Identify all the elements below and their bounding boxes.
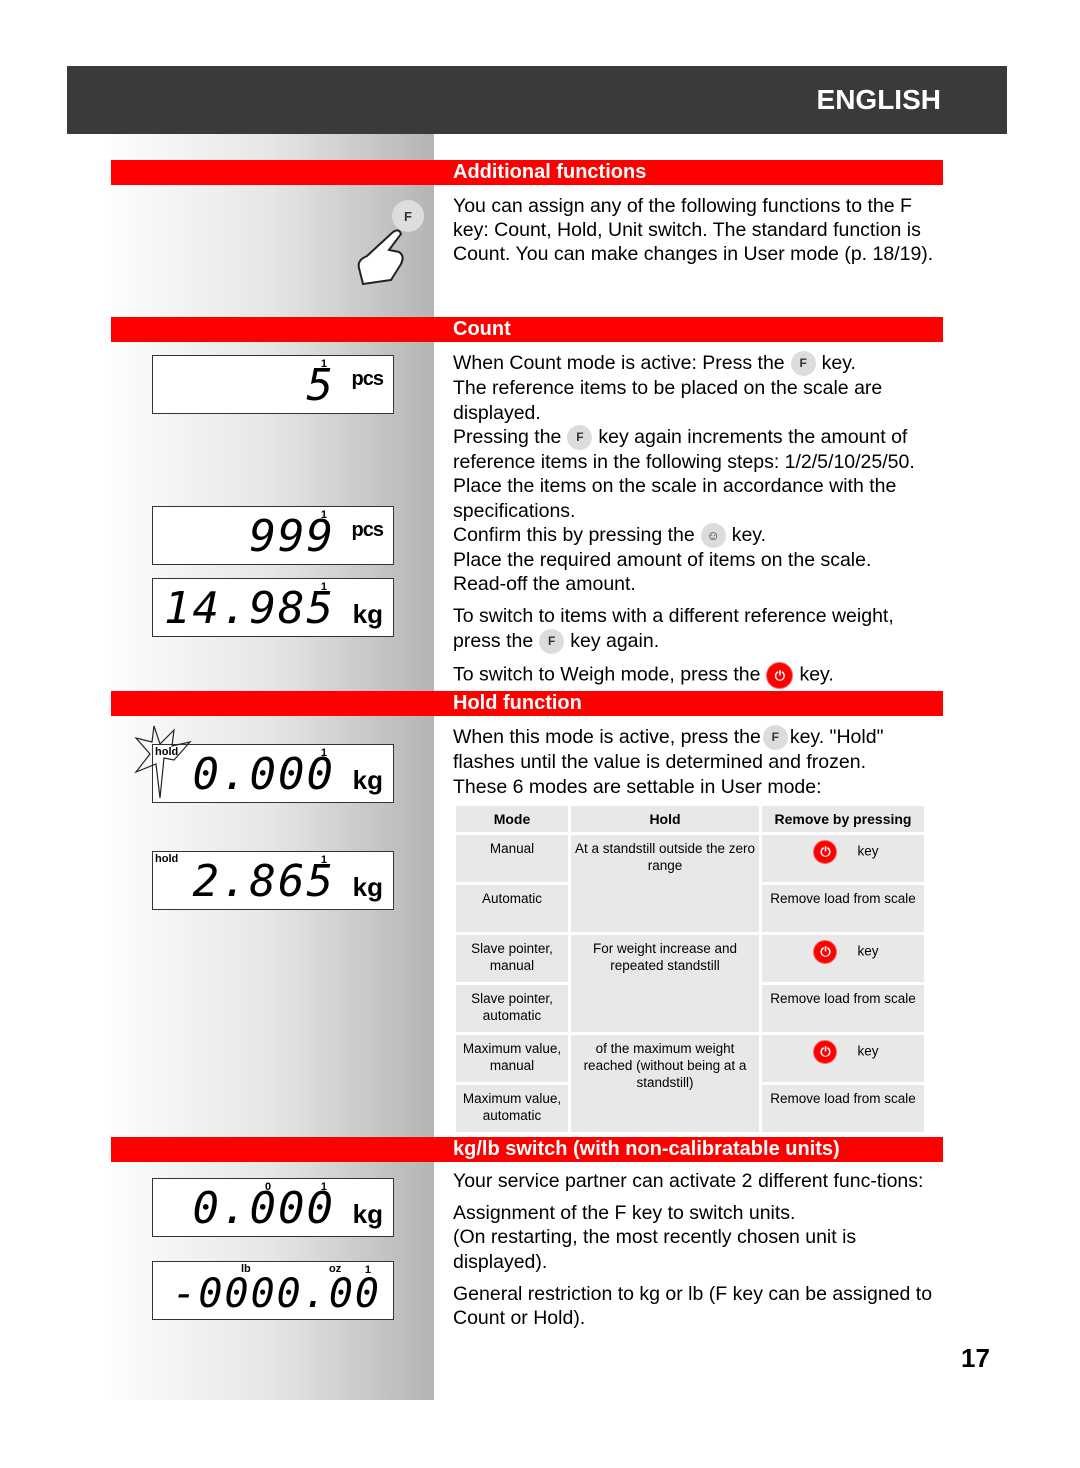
display-value: 999 — [249, 511, 335, 562]
count-text: When Count mode is active: Press the Fkey… — [453, 351, 943, 689]
hold-flag: hold — [155, 853, 179, 865]
section-bar-kglb: kg/lb switch (with non-calibratable unit… — [111, 1137, 943, 1162]
display-value: 0.000 — [192, 749, 335, 800]
section-title: kg/lb switch (with non-calibratable unit… — [453, 1138, 840, 1160]
additional-text: You can assign any of the following func… — [453, 194, 943, 267]
flash-star-icon — [134, 725, 192, 799]
section-bar-additional: Additional functions — [111, 160, 943, 185]
power-key-icon: ⏻ — [766, 662, 794, 689]
display-unit: kg — [352, 765, 383, 795]
section-bar-count: Count — [111, 317, 943, 342]
display-value: 0.000 — [192, 1183, 335, 1234]
lcd-display: 1 999 pcs — [152, 506, 394, 565]
svg-text:F: F — [404, 209, 412, 224]
power-key-icon: ⏻ — [813, 840, 838, 864]
lcd-display: hold 1 2.865 kg — [152, 851, 394, 910]
power-key-icon: ⏻ — [813, 1040, 838, 1064]
table-header: Mode — [456, 806, 568, 832]
display-unit: kg — [352, 872, 383, 902]
hold-text: When this mode is active, press the Fkey.… — [453, 725, 884, 798]
power-key-icon: ⏻ — [813, 940, 838, 964]
f-key-icon: F — [790, 351, 816, 377]
lcd-display: 1 14.985 kg — [152, 578, 394, 637]
display-value: -0000.00 — [172, 1271, 381, 1317]
table-row: Slave pointer, manual For weight increase… — [456, 935, 924, 1032]
language-label: ENGLISH — [816, 84, 941, 115]
finger-press-f-icon: F — [355, 198, 425, 290]
section-title: Additional functions — [453, 161, 647, 183]
paragraph: You can assign any of the following func… — [453, 195, 934, 266]
tare-key-icon: ☺ — [700, 523, 726, 549]
hold-modes-table: Mode Hold Remove by pressing Manual At a st… — [453, 803, 927, 1135]
display-unit: kg — [352, 599, 383, 629]
section-title: Hold function — [453, 692, 582, 714]
f-key-icon: F — [539, 629, 565, 654]
page-number: 17 — [961, 1343, 990, 1373]
table-header: Hold — [571, 806, 759, 832]
display-value: 14.985 — [164, 583, 335, 634]
section-title: Count — [453, 318, 511, 340]
display-value: 2.865 — [192, 856, 335, 907]
section-bar-hold: Hold function — [111, 691, 943, 716]
table-row: Maximum value, manual of the maximum weig… — [456, 1035, 924, 1132]
kglb-text: Your service partner can activate 2 diff… — [453, 1170, 933, 1330]
display-unit: pcs — [351, 519, 384, 541]
lcd-display: 0 1 0.000 kg — [152, 1178, 394, 1237]
display-unit: pcs — [351, 368, 384, 390]
f-key-icon: F — [567, 425, 593, 451]
lcd-display: 1 5 pcs — [152, 355, 394, 414]
f-key-icon: F — [762, 725, 788, 751]
display-unit: kg — [352, 1199, 383, 1229]
display-value: 5 — [306, 360, 335, 411]
table-row: Manual At a standstill outside the zero r… — [456, 835, 924, 932]
header-bar: ENGLISH — [67, 66, 1007, 134]
manual-page: { "header":{"language":"ENGLISH"}, "sect… — [0, 0, 1080, 1468]
table-header: Remove by pressing — [762, 806, 924, 832]
lcd-display: lb oz 1 -0000.00 — [152, 1261, 394, 1320]
